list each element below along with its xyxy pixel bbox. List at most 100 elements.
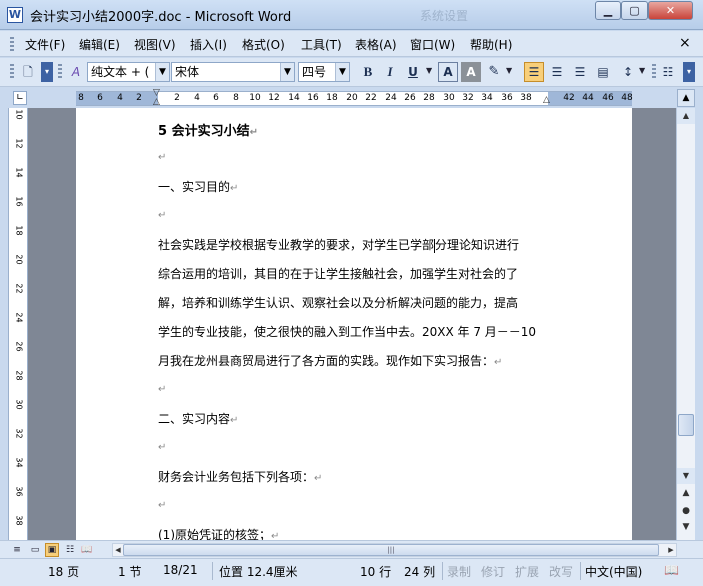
web-layout-view-icon[interactable]: ▭	[28, 543, 42, 557]
document-area[interactable]: 5 会计实习小结↵ ↵ 一、实习目的↵ ↵ 社会实践是学校根据专业教学的要求，对…	[28, 108, 676, 540]
status-extend[interactable]: 扩展	[515, 563, 539, 580]
doc-line[interactable]: 社会实践是学校根据专业教学的要求，对学生已学部分理论知识进行	[158, 236, 519, 253]
status-record[interactable]: 录制	[447, 563, 471, 580]
doc-line[interactable]: ↵	[158, 381, 166, 395]
scroll-right-icon[interactable]: ▶	[666, 544, 676, 556]
style-combo[interactable]: 纯文本 + ( ▼	[87, 62, 170, 82]
status-page-of: 18/21	[163, 563, 198, 577]
doc-line[interactable]: ↵	[158, 149, 166, 163]
font-size-value: 四号	[302, 65, 327, 79]
previous-page-icon[interactable]: ▲	[677, 488, 695, 502]
font-combo[interactable]: 宋体 ▼	[171, 62, 295, 82]
menu-help[interactable]: 帮助(H)	[470, 36, 512, 53]
new-document-icon[interactable]: 🗋	[18, 62, 38, 82]
ruler-tick: 34	[481, 93, 493, 103]
doc-line[interactable]: 解，培养和训练学生认识、观察社会以及分析解决问题的能力，提高	[158, 294, 518, 311]
ruler-tick: 24	[385, 93, 397, 103]
chevron-down-icon[interactable]: ▼	[335, 63, 349, 81]
reading-layout-view-icon[interactable]: 📖	[80, 543, 94, 557]
align-center-button[interactable]: ☰	[547, 62, 567, 82]
chevron-down-icon[interactable]: ▼	[639, 66, 645, 75]
toolbar-grip[interactable]	[58, 64, 62, 80]
menu-format[interactable]: 格式(O)	[242, 36, 285, 53]
minimize-button[interactable]: ▁	[595, 1, 621, 20]
styles-icon[interactable]: A	[66, 62, 86, 82]
highlight-icon[interactable]: ✎	[484, 62, 504, 82]
doc-heading[interactable]: 5 会计实习小结↵	[158, 120, 258, 139]
character-shading-button[interactable]: A	[461, 62, 481, 82]
menu-table[interactable]: 表格(A)	[355, 36, 397, 53]
close-document-icon[interactable]: ×	[679, 35, 691, 51]
menu-view[interactable]: 视图(V)	[134, 36, 176, 53]
left-indent-marker[interactable]: △	[153, 97, 160, 107]
menu-tools[interactable]: 工具(T)	[301, 36, 342, 53]
bold-button[interactable]: B	[358, 62, 378, 82]
line-spacing-icon[interactable]: ↕	[618, 62, 638, 82]
menubar-grip[interactable]	[10, 37, 14, 51]
underline-button[interactable]: U	[403, 62, 423, 82]
toolbar-options-icon[interactable]: ▾	[683, 62, 695, 82]
doc-line[interactable]: 月我在龙州县商贸局进行了各方面的实践。现作如下实习报告：↵	[158, 352, 502, 369]
horizontal-ruler[interactable]: ∟ 8 6 4 2 2 4 6 8 10 12 14 16 18 20 22 2…	[0, 88, 703, 108]
close-button[interactable]: ✕	[648, 1, 693, 20]
doc-line[interactable]: ↵	[158, 497, 166, 511]
doc-line[interactable]: 二、实习内容↵	[158, 410, 238, 427]
doc-line[interactable]: ↵	[158, 207, 166, 221]
spelling-check-icon[interactable]: 📖	[664, 563, 679, 577]
horizontal-scroll-thumb[interactable]: |||	[123, 544, 659, 556]
menu-bar: 文件(F) 编辑(E) 视图(V) 插入(I) 格式(O) 工具(T) 表格(A…	[0, 31, 703, 57]
menu-edit[interactable]: 编辑(E)	[79, 36, 120, 53]
font-size-combo[interactable]: 四号 ▼	[298, 62, 350, 82]
menu-insert[interactable]: 插入(I)	[190, 36, 227, 53]
normal-view-icon[interactable]: ≡	[10, 543, 24, 557]
chevron-down-icon[interactable]: ▼	[280, 63, 294, 81]
vertical-scroll-thumb[interactable]	[678, 414, 694, 436]
chevron-down-icon[interactable]: ▼	[155, 63, 169, 81]
scroll-down-icon[interactable]: ▼	[677, 468, 695, 484]
print-layout-view-icon[interactable]: ▣	[45, 543, 59, 557]
paragraph-mark-icon: ↵	[230, 183, 239, 194]
ruler-strip[interactable]: 8 6 4 2 2 4 6 8 10 12 14 16 18 20 22 24 …	[76, 88, 633, 107]
horizontal-scrollbar[interactable]: ◀ ||| ▶	[112, 543, 677, 557]
document-page[interactable]: 5 会计实习小结↵ ↵ 一、实习目的↵ ↵ 社会实践是学校根据专业教学的要求，对…	[76, 108, 632, 540]
doc-line[interactable]: (1)原始凭证的核签；↵	[158, 526, 279, 540]
chevron-down-icon[interactable]: ▼	[506, 66, 512, 75]
ruler-tick: 38	[520, 93, 532, 103]
doc-line[interactable]: 学生的专业技能，使之很快的融入到工作当中去。20XX 年 7 月－－10	[158, 323, 536, 340]
numbering-icon[interactable]: ☷	[658, 62, 678, 82]
vertical-scrollbar[interactable]: ▲ ▼ ▲ ● ▼	[676, 108, 695, 540]
toolbar-grip[interactable]	[10, 64, 14, 80]
toolbar-grip[interactable]	[652, 64, 656, 80]
scroll-up-icon[interactable]: ▲	[677, 108, 695, 124]
doc-line[interactable]: ↵	[158, 439, 166, 453]
menu-window[interactable]: 窗口(W)	[410, 36, 455, 53]
tab-selector[interactable]: ∟	[13, 91, 27, 105]
doc-line[interactable]: 综合运用的培训，其目的在于让学生接触社会，加强学生对社会的了	[158, 265, 518, 282]
maximize-button[interactable]: ▢	[621, 1, 648, 20]
status-overtype[interactable]: 改写	[549, 563, 573, 580]
select-browse-object-icon[interactable]: ●	[677, 506, 695, 520]
ruler-tick: 10	[14, 109, 24, 120]
ruler-tick: 10	[249, 93, 261, 103]
right-indent-marker[interactable]: △	[543, 95, 550, 105]
outline-view-icon[interactable]: ☷	[63, 543, 77, 557]
menu-file[interactable]: 文件(F)	[25, 36, 65, 53]
italic-button[interactable]: I	[380, 62, 400, 82]
ruler-tick: 42	[563, 93, 575, 103]
toolbar-options-icon[interactable]: ▾	[41, 62, 53, 82]
chevron-down-icon[interactable]: ▼	[426, 66, 432, 75]
paragraph-mark-icon: ↵	[158, 500, 167, 511]
doc-line[interactable]: 财务会计业务包括下列各项：↵	[158, 468, 322, 485]
next-page-icon[interactable]: ▼	[677, 522, 695, 536]
align-left-button[interactable]: ☰	[524, 62, 544, 82]
ruler-toggle-icon[interactable]: ▲	[677, 89, 695, 107]
style-value: 纯文本 + (	[91, 65, 150, 79]
doc-line[interactable]: 一、实习目的↵	[158, 178, 238, 195]
status-track-changes[interactable]: 修订	[481, 563, 505, 580]
align-right-button[interactable]: ☰	[570, 62, 590, 82]
word-app-icon[interactable]: W	[7, 7, 23, 23]
font-color-button[interactable]: A	[438, 62, 458, 82]
scroll-left-icon[interactable]: ◀	[113, 544, 123, 556]
justify-button[interactable]: ▤	[593, 62, 613, 82]
vertical-ruler[interactable]: 10 12 14 16 18 20 22 24 26 28 30 32 34 3…	[8, 108, 28, 540]
